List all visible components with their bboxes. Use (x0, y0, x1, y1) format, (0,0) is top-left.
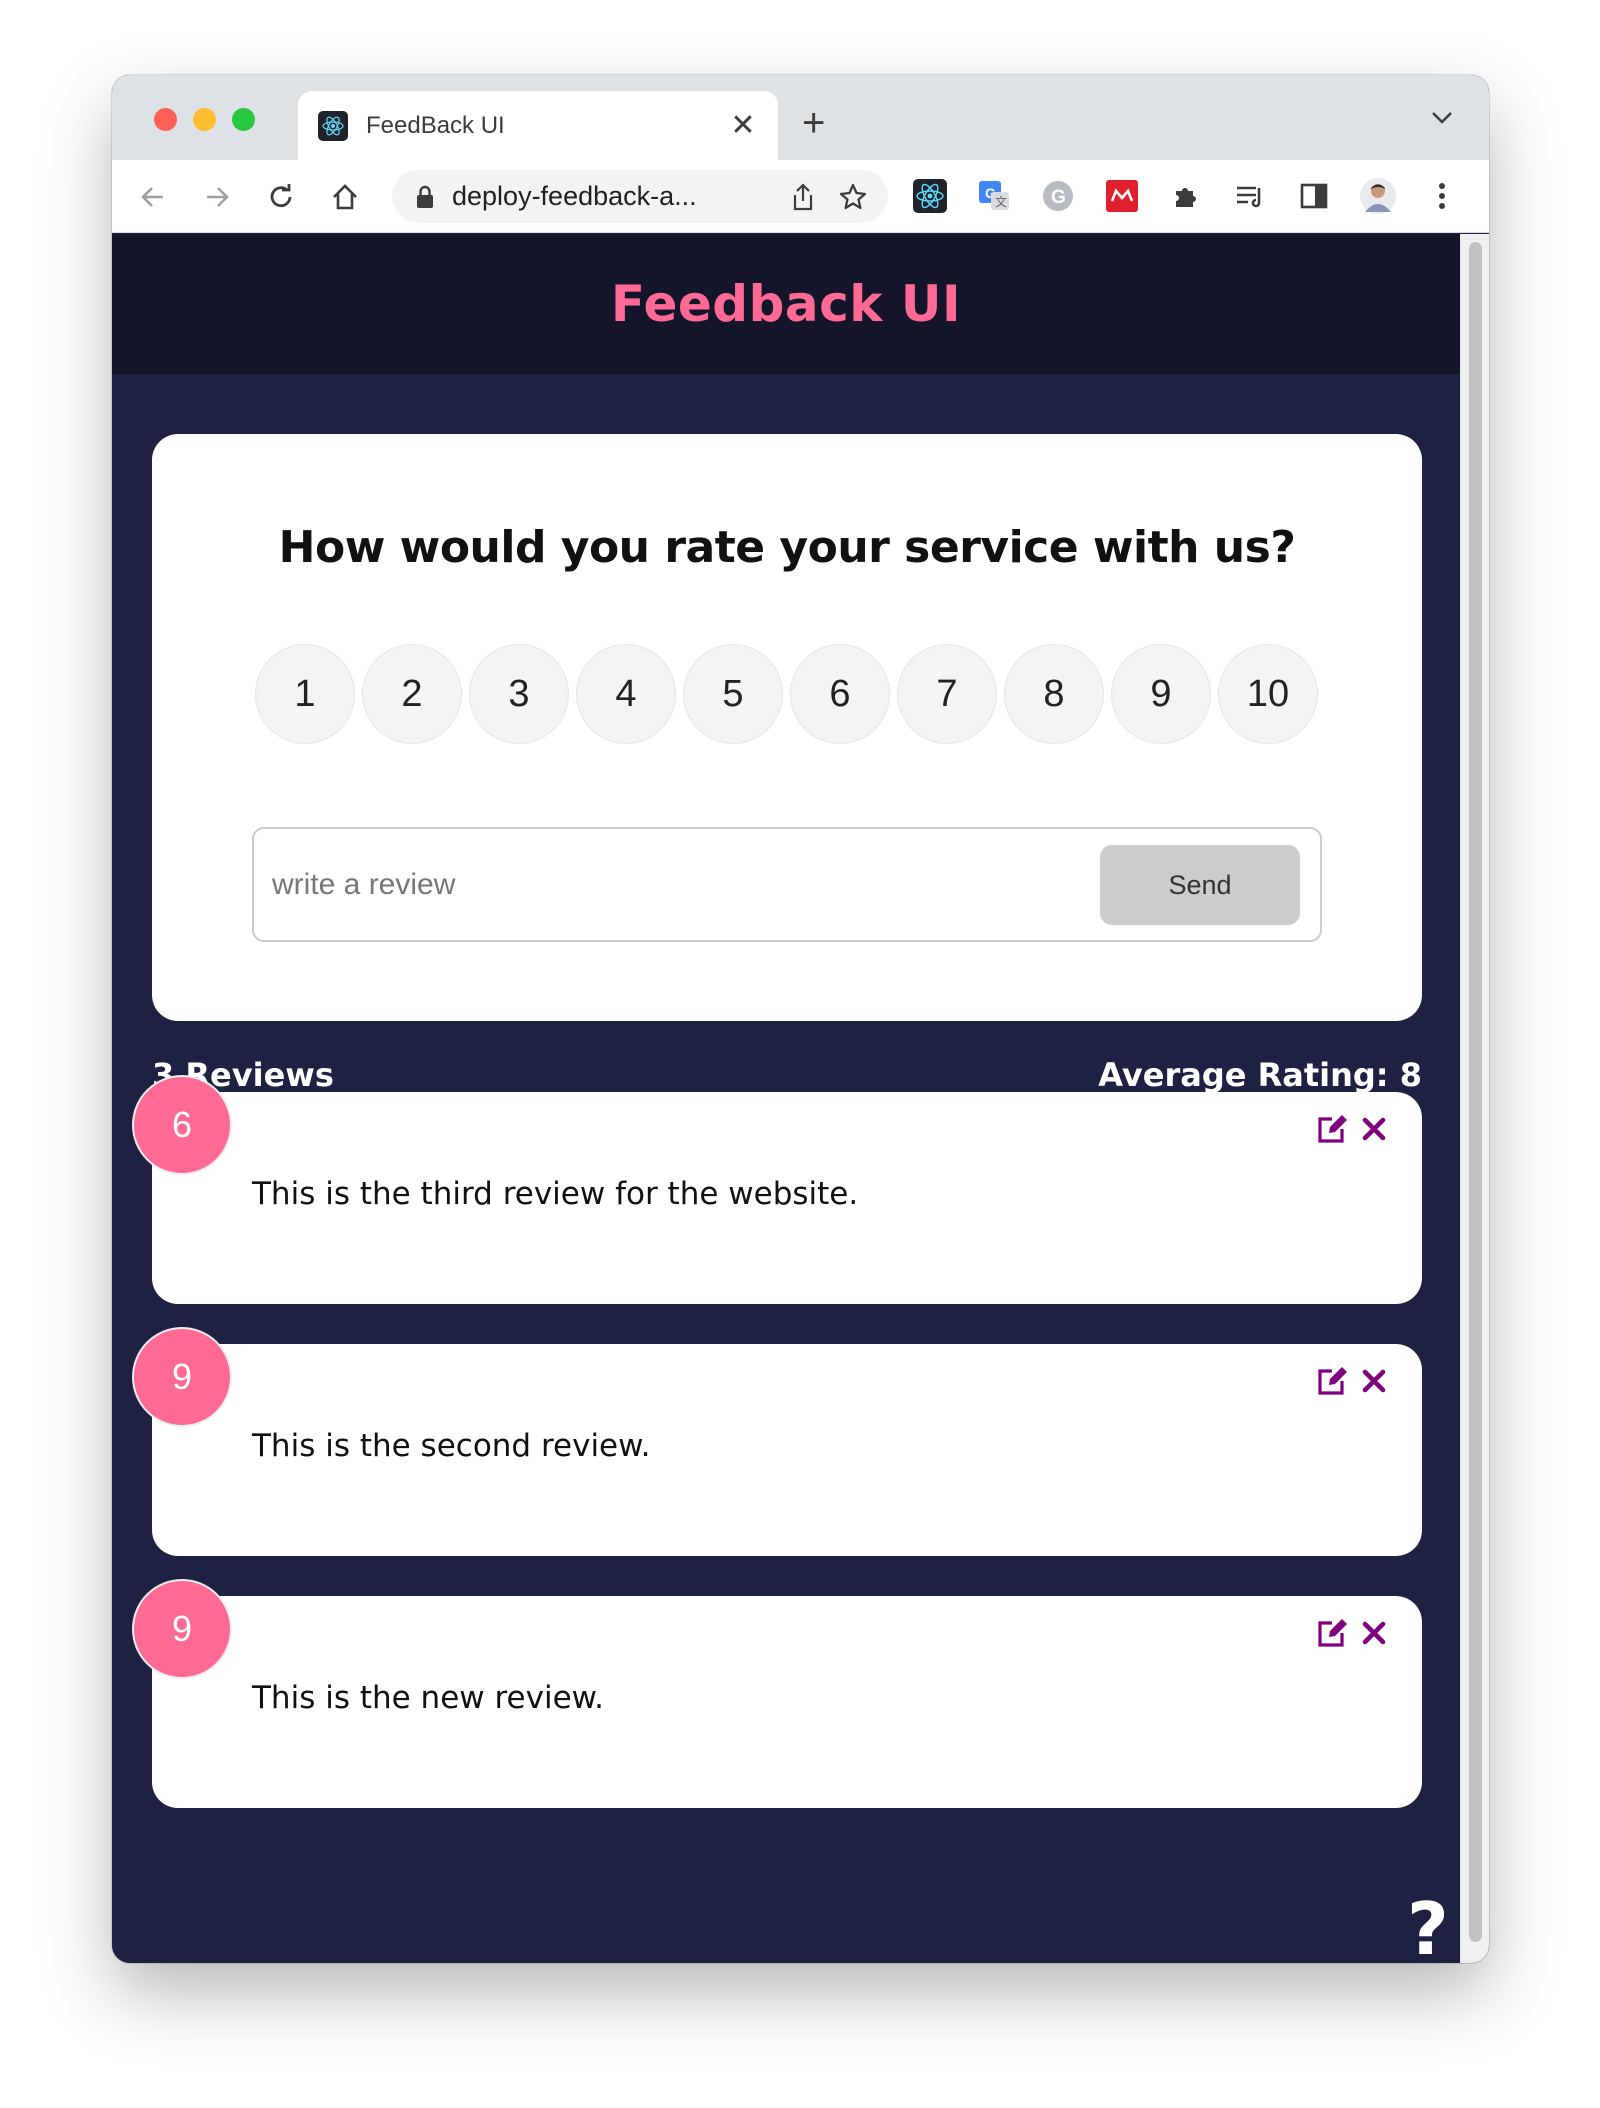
rating-option-4[interactable]: 4 (576, 644, 676, 744)
review-text: This is the second review. (252, 1428, 651, 1464)
app-title: Feedback UI (610, 275, 962, 333)
browser-tab[interactable]: FeedBack UI ✕ (298, 91, 778, 160)
app-header: Feedback UI (112, 234, 1460, 374)
scrollbar-thumb[interactable] (1469, 242, 1482, 1942)
review-rating-badge: 9 (132, 1579, 232, 1679)
rating-question: How would you rate your service with us? (278, 522, 1296, 573)
edit-icon[interactable] (1315, 1112, 1349, 1146)
browser-menu-icon[interactable] (1424, 178, 1460, 214)
chevron-down-icon[interactable] (1431, 111, 1453, 130)
review-text: This is the new review. (252, 1680, 605, 1716)
rating-option-6[interactable]: 6 (790, 644, 890, 744)
window-controls (154, 108, 255, 131)
review-text: This is the third review for the website… (252, 1176, 859, 1212)
google-translate-icon[interactable]: G文 (976, 178, 1012, 214)
home-icon[interactable] (326, 178, 364, 216)
react-icon (318, 110, 348, 141)
send-button[interactable]: Send (1100, 845, 1300, 925)
minimize-window-button[interactable] (193, 108, 216, 131)
rating-option-5[interactable]: 5 (683, 644, 783, 744)
average-rating: Average Rating: 8 (1098, 1056, 1422, 1094)
reload-icon[interactable] (262, 178, 300, 216)
feedback-form-card: How would you rate your service with us?… (152, 434, 1422, 1021)
review-card: 6 This is the third review for the websi… (132, 1075, 1422, 1304)
reading-list-icon[interactable] (1232, 178, 1268, 214)
review-stats: 3 Reviews Average Rating: 8 (152, 1056, 1422, 1094)
rating-option-1[interactable]: 1 (255, 644, 355, 744)
mendeley-icon[interactable] (1104, 178, 1140, 214)
delete-icon[interactable] (1359, 1366, 1389, 1396)
url-text: deploy-feedback-a... (452, 181, 697, 211)
rating-option-7[interactable]: 7 (897, 644, 997, 744)
rating-selector: 1 2 3 4 5 6 7 8 9 10 (255, 644, 1318, 744)
star-icon[interactable] (838, 182, 868, 212)
review-input-group: Send (252, 827, 1322, 942)
browser-toolbar: deploy-feedback-a... G文 G (112, 160, 1489, 233)
maximize-window-button[interactable] (232, 108, 255, 131)
delete-icon[interactable] (1359, 1618, 1389, 1648)
close-window-button[interactable] (154, 108, 177, 131)
review-card: 9 This is the second review. (132, 1327, 1422, 1556)
tab-title: FeedBack UI (366, 111, 505, 139)
grammarly-icon[interactable]: G (1040, 178, 1076, 214)
rating-option-3[interactable]: 3 (469, 644, 569, 744)
share-icon[interactable] (790, 182, 816, 212)
react-devtools-icon[interactable] (912, 178, 948, 214)
rating-option-8[interactable]: 8 (1004, 644, 1104, 744)
help-icon[interactable]: ? (1407, 1893, 1457, 1963)
edit-icon[interactable] (1315, 1616, 1349, 1650)
page-viewport: Feedback UI How would you rate your serv… (112, 234, 1460, 1963)
svg-text:文: 文 (995, 194, 1007, 209)
new-tab-button[interactable]: + (802, 103, 825, 143)
edit-icon[interactable] (1315, 1364, 1349, 1398)
extensions-puzzle-icon[interactable] (1168, 178, 1204, 214)
review-rating-badge: 6 (132, 1075, 232, 1175)
review-card: 9 This is the new review. (132, 1579, 1422, 1808)
tab-close-icon[interactable]: ✕ (728, 110, 758, 141)
tab-strip: FeedBack UI ✕ + (112, 75, 1489, 160)
profile-avatar[interactable] (1360, 178, 1396, 214)
rating-option-2[interactable]: 2 (362, 644, 462, 744)
back-icon[interactable] (134, 178, 172, 216)
forward-icon[interactable] (198, 178, 236, 216)
review-rating-badge: 9 (132, 1327, 232, 1427)
page-scrollbar[interactable] (1460, 234, 1489, 1963)
review-input[interactable] (272, 857, 1052, 913)
side-panel-icon[interactable] (1296, 178, 1332, 214)
address-bar[interactable]: deploy-feedback-a... (392, 170, 888, 223)
browser-window: FeedBack UI ✕ + deploy-feedback-a... G 文… (112, 75, 1489, 1963)
lock-icon (417, 185, 433, 208)
delete-icon[interactable] (1359, 1114, 1389, 1144)
rating-option-9[interactable]: 9 (1111, 644, 1211, 744)
svg-text:G: G (1051, 187, 1066, 208)
rating-option-10[interactable]: 10 (1218, 644, 1318, 744)
